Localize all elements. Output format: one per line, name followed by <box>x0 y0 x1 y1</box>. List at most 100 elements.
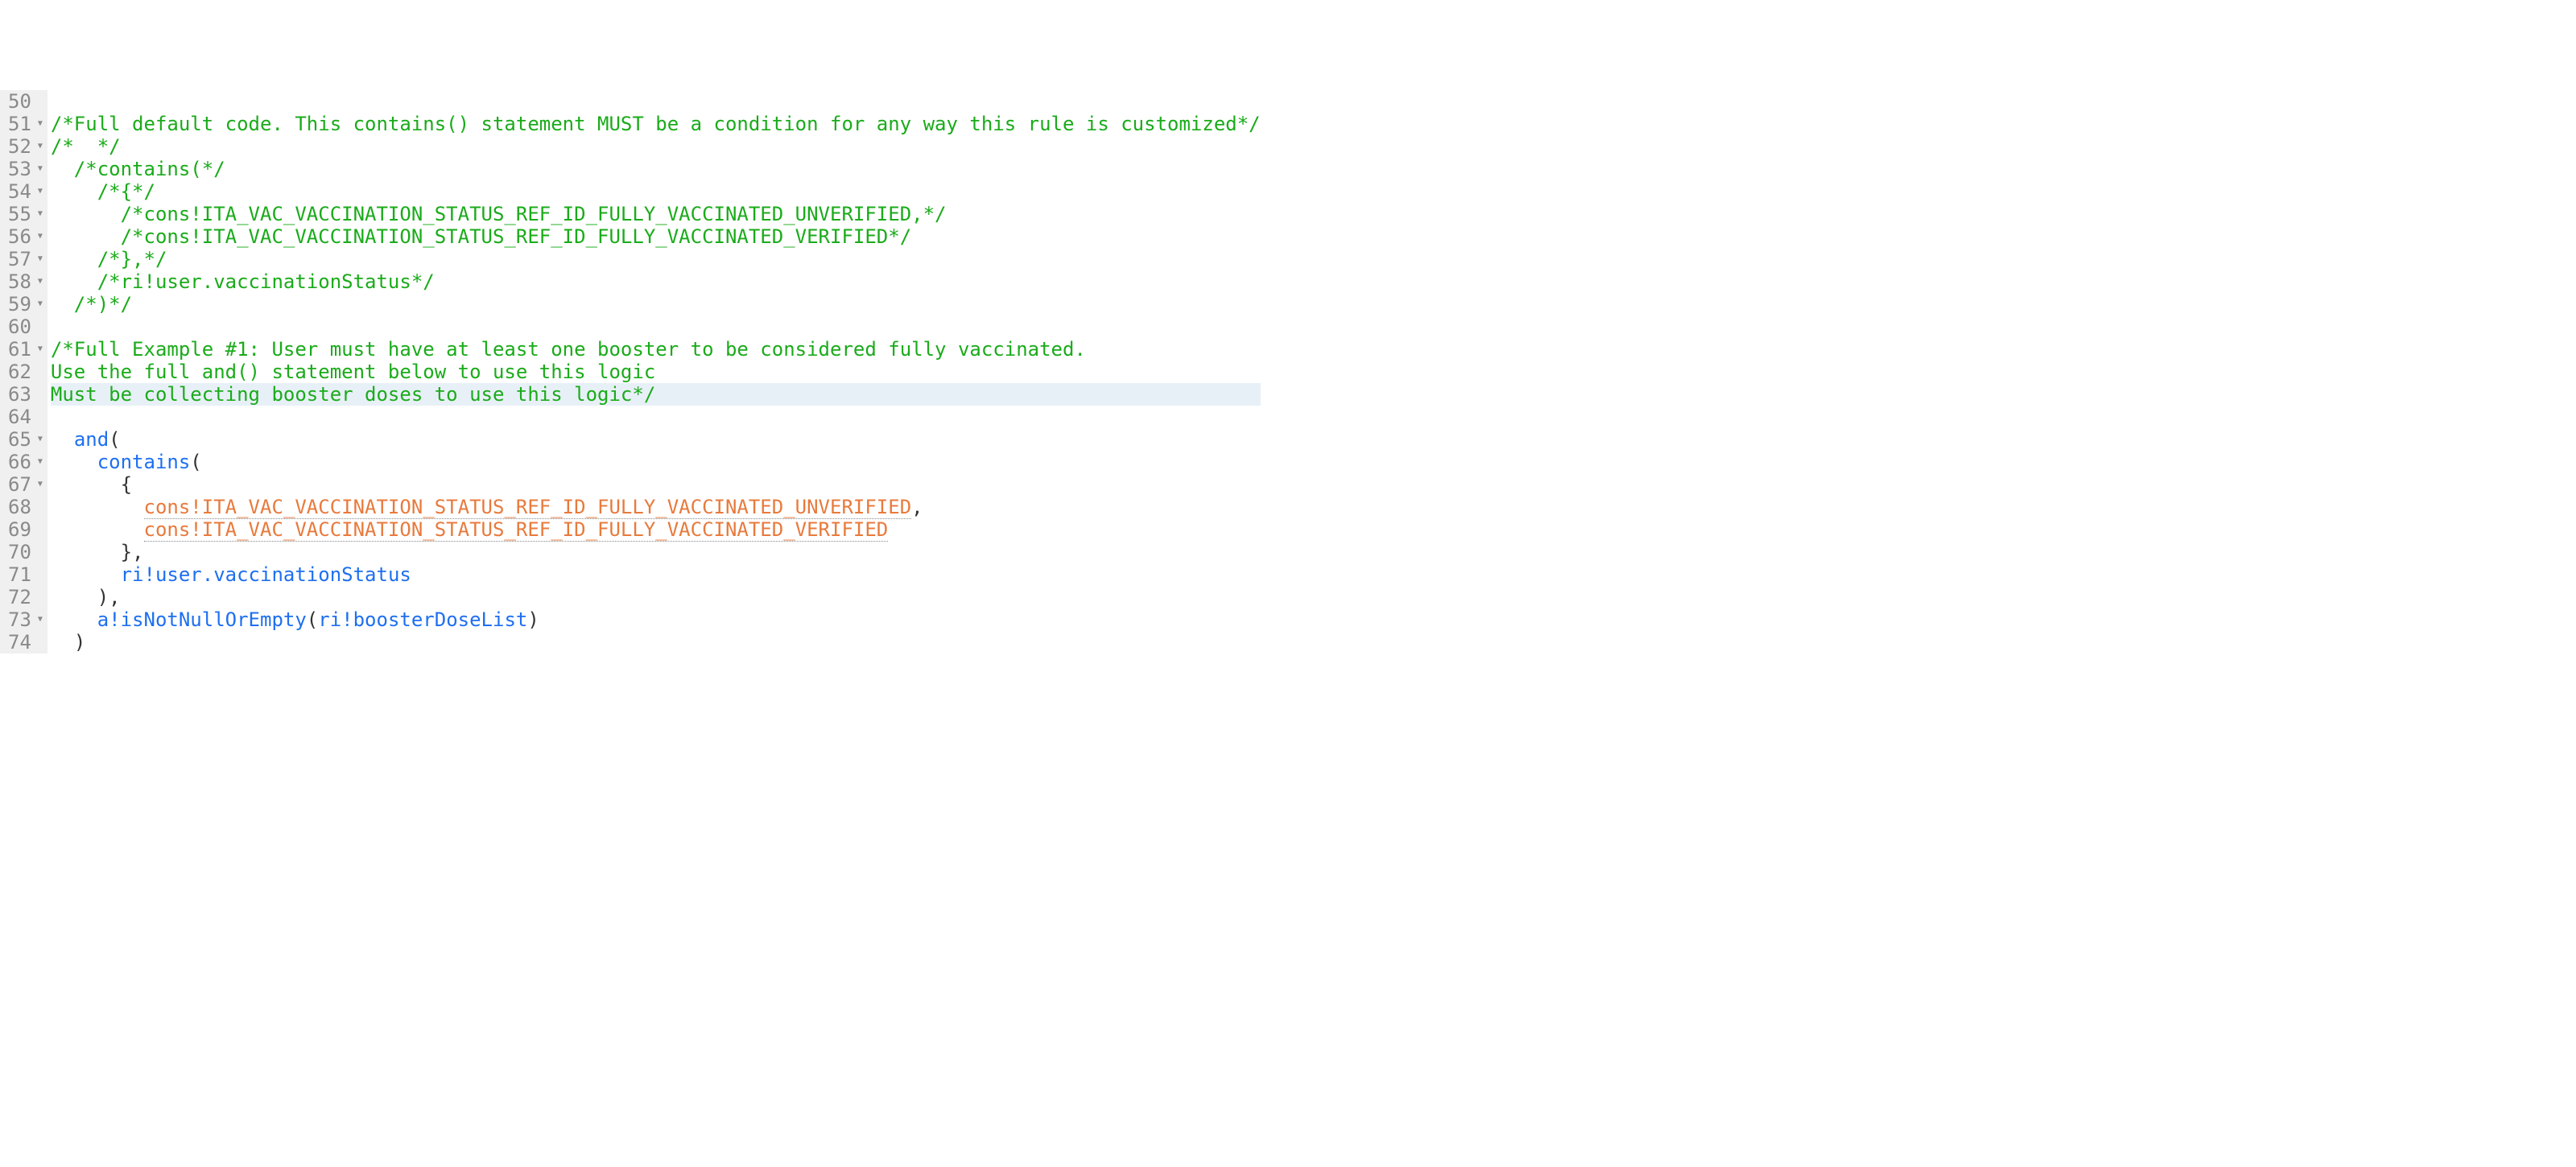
code-token: ( <box>307 608 318 631</box>
line-number: 61▼ <box>8 338 43 361</box>
fold-toggle-icon[interactable]: ▼ <box>35 158 43 180</box>
code-line[interactable]: { <box>51 473 1261 496</box>
line-number: 50 <box>8 90 43 113</box>
code-token: Use the full and() statement below to us… <box>51 361 655 383</box>
fold-toggle-icon[interactable]: ▼ <box>35 451 43 473</box>
code-line[interactable] <box>51 406 1261 428</box>
code-line[interactable] <box>51 90 1261 113</box>
fold-toggle-icon[interactable]: ▼ <box>35 135 43 158</box>
line-number-text: 66 <box>8 451 31 473</box>
line-number-text: 68 <box>8 496 31 518</box>
code-line[interactable]: Use the full and() statement below to us… <box>51 361 1261 383</box>
code-line[interactable]: contains( <box>51 451 1261 473</box>
fold-toggle-icon[interactable]: ▼ <box>35 113 43 135</box>
code-line[interactable]: and( <box>51 428 1261 451</box>
line-number: 62 <box>8 361 43 383</box>
line-number-text: 53 <box>8 158 31 180</box>
line-number-text: 70 <box>8 541 31 563</box>
line-number-text: 64 <box>8 406 31 428</box>
code-line[interactable]: a!isNotNullOrEmpty(ri!boosterDoseList) <box>51 608 1261 631</box>
line-number: 56▼ <box>8 225 43 248</box>
code-line[interactable]: /*contains(*/ <box>51 158 1261 180</box>
code-line[interactable]: cons!ITA_VAC_VACCINATION_STATUS_REF_ID_F… <box>51 518 1261 541</box>
code-token: /*Full default code. This contains() sta… <box>51 113 1261 135</box>
code-line[interactable]: /*)*/ <box>51 293 1261 315</box>
fold-toggle-icon[interactable]: ▼ <box>35 225 43 248</box>
fold-toggle-icon[interactable]: ▼ <box>35 203 43 225</box>
fold-toggle-icon[interactable]: ▼ <box>35 428 43 451</box>
line-number: 74 <box>8 631 43 654</box>
code-token: , <box>911 496 923 518</box>
code-editor[interactable]: 5051▼52▼53▼54▼55▼56▼57▼58▼59▼6061▼626364… <box>0 90 2576 654</box>
code-line[interactable]: /*},*/ <box>51 248 1261 270</box>
line-number: 73▼ <box>8 608 43 631</box>
code-token <box>51 586 97 608</box>
line-number: 59▼ <box>8 293 43 315</box>
code-token: and <box>74 428 109 451</box>
fold-toggle-icon[interactable]: ▼ <box>35 473 43 496</box>
line-number: 51▼ <box>8 113 43 135</box>
line-number-text: 51 <box>8 113 31 135</box>
line-number: 64 <box>8 406 43 428</box>
line-number-text: 54 <box>8 180 31 203</box>
code-line[interactable]: }, <box>51 541 1261 563</box>
line-number: 68 <box>8 496 43 518</box>
line-number-gutter: 5051▼52▼53▼54▼55▼56▼57▼58▼59▼6061▼626364… <box>0 90 47 654</box>
code-line[interactable]: Must be collecting booster doses to use … <box>51 383 1261 406</box>
code-token: /*{*/ <box>51 180 155 203</box>
fold-toggle-icon[interactable]: ▼ <box>35 180 43 203</box>
fold-toggle-icon[interactable]: ▼ <box>35 293 43 315</box>
line-number-text: 52 <box>8 135 31 158</box>
fold-toggle-icon[interactable]: ▼ <box>35 248 43 270</box>
line-number: 72 <box>8 586 43 608</box>
line-number: 57▼ <box>8 248 43 270</box>
line-number-text: 61 <box>8 338 31 361</box>
code-token <box>51 473 121 496</box>
code-token: /*ri!user.vaccinationStatus*/ <box>51 270 435 293</box>
code-line[interactable] <box>51 315 1261 338</box>
line-number: 58▼ <box>8 270 43 293</box>
code-line[interactable]: /*ri!user.vaccinationStatus*/ <box>51 270 1261 293</box>
code-line[interactable]: /*cons!ITA_VAC_VACCINATION_STATUS_REF_ID… <box>51 225 1261 248</box>
code-token: Must be collecting booster doses to use … <box>51 383 655 406</box>
line-number-text: 60 <box>8 315 31 338</box>
code-token <box>51 631 74 654</box>
line-number-text: 69 <box>8 518 31 541</box>
code-token: { <box>121 473 132 496</box>
code-token: a!isNotNullOrEmpty <box>97 608 307 631</box>
code-token: /*cons!ITA_VAC_VACCINATION_STATUS_REF_ID… <box>51 203 947 225</box>
code-token: ) <box>74 631 85 654</box>
code-line[interactable]: cons!ITA_VAC_VACCINATION_STATUS_REF_ID_F… <box>51 496 1261 518</box>
line-number-text: 57 <box>8 248 31 270</box>
code-token <box>51 451 97 473</box>
line-number-text: 74 <box>8 631 31 654</box>
code-line[interactable]: /* */ <box>51 135 1261 158</box>
code-token: /* */ <box>51 135 121 158</box>
code-token: ( <box>190 451 201 473</box>
code-area[interactable]: /*Full default code. This contains() sta… <box>47 90 1261 654</box>
code-line[interactable]: ), <box>51 586 1261 608</box>
code-line[interactable]: /*Full Example #1: User must have at lea… <box>51 338 1261 361</box>
line-number-text: 72 <box>8 586 31 608</box>
code-line[interactable]: ) <box>51 631 1261 654</box>
code-line[interactable]: ri!user.vaccinationStatus <box>51 563 1261 586</box>
line-number-text: 56 <box>8 225 31 248</box>
fold-toggle-icon[interactable]: ▼ <box>35 270 43 293</box>
line-number: 60 <box>8 315 43 338</box>
code-token: ), <box>97 586 121 608</box>
fold-toggle-icon[interactable]: ▼ <box>35 608 43 631</box>
code-token: cons!ITA_VAC_VACCINATION_STATUS_REF_ID_F… <box>144 496 912 519</box>
code-line[interactable]: /*cons!ITA_VAC_VACCINATION_STATUS_REF_ID… <box>51 203 1261 225</box>
code-token: ) <box>527 608 539 631</box>
code-token <box>51 428 74 451</box>
line-number-text: 67 <box>8 473 31 496</box>
code-token <box>51 608 97 631</box>
code-token <box>51 541 121 563</box>
code-line[interactable]: /*{*/ <box>51 180 1261 203</box>
code-line[interactable]: /*Full default code. This contains() sta… <box>51 113 1261 135</box>
line-number-text: 58 <box>8 270 31 293</box>
code-token: ri!user.vaccinationStatus <box>121 563 411 586</box>
line-number-text: 71 <box>8 563 31 586</box>
fold-toggle-icon[interactable]: ▼ <box>35 338 43 361</box>
line-number: 55▼ <box>8 203 43 225</box>
